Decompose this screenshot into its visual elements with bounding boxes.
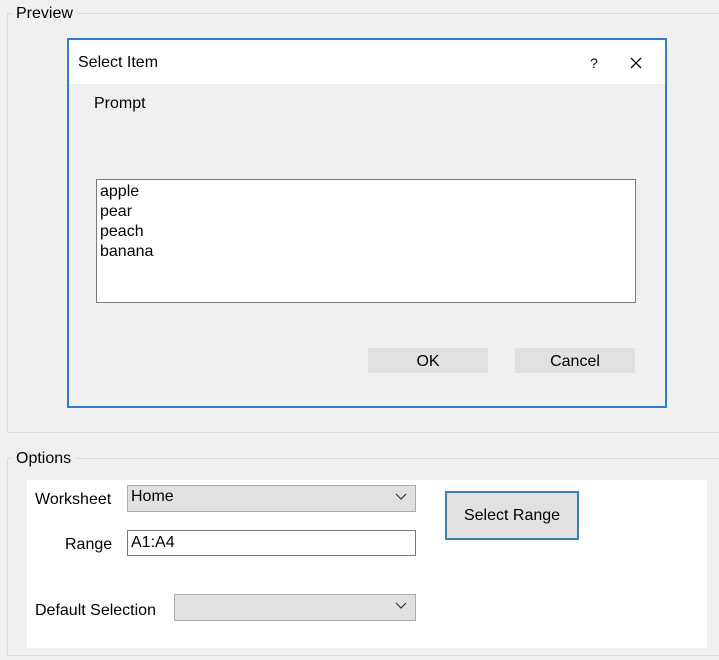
prompt-label: Prompt xyxy=(94,95,146,112)
close-icon xyxy=(630,57,642,69)
dialog-titlebar: Select Item ? xyxy=(69,40,665,84)
dialog-title: Select Item xyxy=(78,54,159,71)
default-selection-select[interactable] xyxy=(174,594,416,621)
list-item[interactable]: banana xyxy=(100,242,632,262)
worksheet-label: Worksheet xyxy=(35,491,112,508)
help-button[interactable]: ? xyxy=(581,48,607,78)
worksheet-select[interactable]: Home xyxy=(127,485,416,512)
chevron-down-icon xyxy=(395,493,407,500)
list-item[interactable]: apple xyxy=(100,182,632,202)
preview-group-title: Preview xyxy=(12,5,77,23)
select-item-dialog: Select Item ? Prompt apple pear peach ba… xyxy=(67,38,667,408)
chevron-down-icon xyxy=(395,602,407,609)
worksheet-select-value: Home xyxy=(131,488,174,505)
item-listbox[interactable]: apple pear peach banana xyxy=(96,179,636,303)
range-label: Range xyxy=(65,536,113,553)
list-item[interactable]: peach xyxy=(100,222,632,242)
default-selection-label: Default Selection xyxy=(35,602,156,619)
list-item[interactable]: pear xyxy=(100,202,632,222)
ok-button[interactable]: OK xyxy=(368,348,488,373)
select-range-button[interactable]: Select Range xyxy=(445,491,579,540)
close-button[interactable] xyxy=(621,48,651,78)
cancel-button[interactable]: Cancel xyxy=(515,348,635,373)
options-group-title: Options xyxy=(12,450,76,468)
range-input[interactable] xyxy=(127,530,416,556)
